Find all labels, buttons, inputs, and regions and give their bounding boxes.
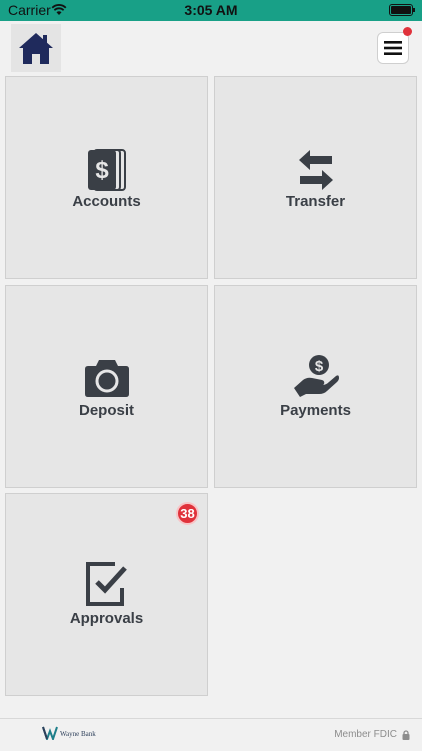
camera-icon — [84, 360, 129, 397]
top-navbar — [0, 21, 422, 72]
deposit-tile[interactable]: Deposit — [5, 285, 208, 488]
approvals-label: Approvals — [69, 610, 144, 627]
status-bar: Carrier 3:05 AM — [0, 0, 422, 21]
wayne-bank-logo-icon — [42, 726, 58, 740]
payments-label: Payments — [280, 402, 351, 419]
payments-tile[interactable]: $ Payments — [214, 285, 417, 488]
transfer-tile[interactable]: Transfer — [214, 76, 417, 279]
menu-button[interactable] — [377, 27, 412, 64]
hand-coin-icon: $ — [293, 355, 339, 397]
footer: Wayne Bank Member FDIC — [0, 718, 422, 751]
lock-icon — [402, 729, 410, 740]
svg-text:$: $ — [314, 358, 323, 375]
transfer-arrows-icon — [298, 150, 333, 190]
clock: 3:05 AM — [184, 2, 238, 18]
home-button[interactable] — [11, 24, 61, 72]
battery-icon — [389, 4, 415, 16]
deposit-label: Deposit — [78, 402, 134, 419]
bank-logo: Wayne Bank — [42, 726, 96, 740]
approvals-tile[interactable]: 38 Approvals — [5, 493, 208, 696]
accounts-tile[interactable]: $ Accounts — [5, 76, 208, 279]
approvals-count-badge: 38 — [176, 502, 199, 525]
member-fdic: Member FDIC — [334, 729, 410, 740]
bank-name: Wayne Bank — [60, 730, 96, 738]
dollar-cards-icon: $ — [87, 149, 126, 191]
home-icon — [19, 33, 53, 64]
fdic-label: Member FDIC — [334, 729, 397, 740]
svg-text:$: $ — [95, 157, 109, 184]
accounts-label: Accounts — [72, 193, 141, 210]
checkbox-icon — [85, 562, 127, 606]
transfer-label: Transfer — [285, 193, 346, 210]
notification-dot — [403, 27, 412, 36]
hamburger-menu-icon — [384, 41, 402, 55]
